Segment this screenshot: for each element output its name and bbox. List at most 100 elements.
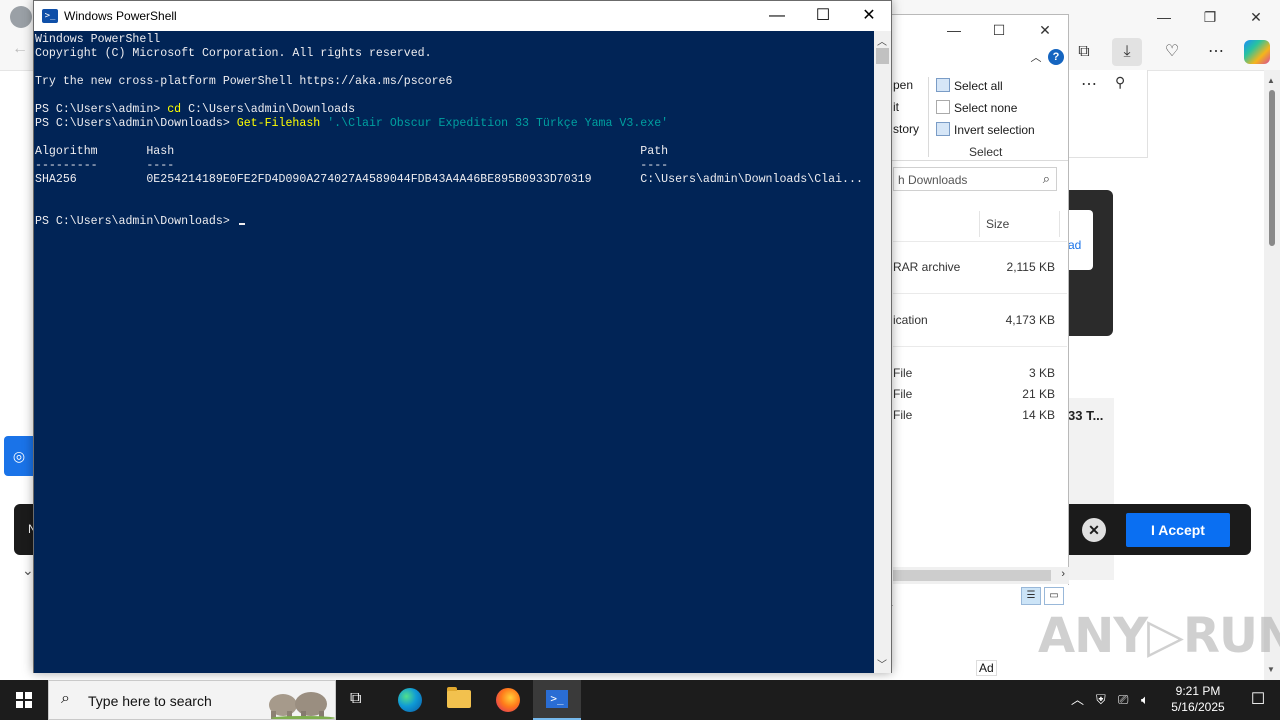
start-button[interactable] — [0, 680, 48, 720]
explorer-search-input[interactable]: h Downloads ⌕ — [893, 167, 1057, 191]
settings-more-icon[interactable]: ⋯ — [1201, 38, 1231, 66]
powershell-icon: >_ — [42, 9, 58, 23]
show-hidden-icons-icon[interactable]: ︿ — [1071, 680, 1084, 720]
file-size: 2,115 KB — [1006, 260, 1055, 274]
downloads-icon[interactable]: ⤓ — [1112, 38, 1142, 66]
search-highlight-elephants-icon — [269, 692, 335, 719]
select-none-icon — [936, 100, 950, 114]
browser-close-button[interactable]: ✕ — [1233, 6, 1279, 28]
minimize-button[interactable]: — — [754, 1, 800, 31]
file-type: File — [893, 408, 913, 422]
explorer-close-button[interactable]: ✕ — [1030, 19, 1060, 41]
browser-essentials-icon[interactable]: ♡ — [1157, 38, 1187, 66]
ribbon-open-item[interactable]: pen — [893, 78, 913, 92]
file-row[interactable]: RAR archive 2,115 KB — [893, 257, 1063, 277]
search-icon: ⌕ — [1042, 171, 1050, 186]
copilot-icon[interactable] — [1244, 40, 1270, 64]
select-none-label: Select none — [954, 101, 1018, 115]
window-title: Windows PowerShell — [64, 9, 177, 23]
scrollbar-thumb[interactable] — [893, 570, 1051, 581]
collapse-ribbon-icon[interactable]: ︿ — [1021, 47, 1051, 69]
large-icons-view-icon[interactable]: ▭ — [1044, 587, 1064, 605]
column-divider[interactable] — [979, 211, 980, 237]
taskbar-search-box[interactable]: ⌕ Type here to search — [48, 680, 336, 720]
ribbon-edit-item[interactable]: it — [893, 100, 899, 114]
cookie-banner: ✕ I Accept — [1068, 504, 1251, 555]
scrollbar-thumb[interactable] — [876, 48, 889, 64]
firefox-taskbar-button[interactable] — [484, 680, 532, 720]
volume-icon[interactable]: 🔈︎ — [1141, 680, 1149, 720]
back-arrow-icon[interactable]: ← — [12, 40, 28, 58]
help-icon[interactable]: ? — [1048, 49, 1064, 65]
prompt: PS C:\Users\admin\Downloads> — [35, 117, 237, 130]
file-size: 4,173 KB — [1005, 313, 1055, 327]
select-all-label: Select all — [954, 79, 1003, 93]
scroll-down-arrow-icon[interactable]: ﹀ — [877, 656, 887, 671]
select-none-button[interactable]: Select none — [936, 100, 1017, 115]
explorer-ribbon: pen it story Select all Select none Inve… — [881, 73, 1068, 161]
file-row[interactable]: File 14 KB — [893, 405, 1063, 425]
browser-restore-button[interactable]: ❐ — [1187, 6, 1233, 28]
console-output[interactable]: Windows PowerShell Copyright (C) Microso… — [34, 31, 875, 673]
column-divider[interactable] — [1059, 211, 1060, 237]
accept-button[interactable]: I Accept — [1126, 513, 1230, 547]
downloads-more-icon[interactable]: ⋯ — [1081, 74, 1097, 94]
command-argument: C:\Users\admin\Downloads — [181, 103, 356, 116]
windows-logo-icon — [16, 692, 32, 708]
console-scrollbar[interactable]: ︿ ﹀ — [874, 31, 891, 673]
ad-card-button[interactable]: ad — [1068, 210, 1093, 270]
system-clock[interactable]: 9:21 PM 5/16/2025 — [1160, 683, 1236, 715]
pin-icon[interactable]: ⚲ — [1115, 74, 1125, 91]
profile-avatar[interactable] — [10, 6, 32, 28]
clock-date: 5/16/2025 — [1171, 700, 1225, 714]
download-item-title: 33 T... — [1068, 408, 1104, 423]
file-explorer-window: — ☐ ✕ ︿ ? pen it story Select all Select… — [880, 14, 1069, 607]
scroll-down-arrow-icon[interactable]: ▼ — [1267, 665, 1275, 674]
scroll-right-arrow-icon[interactable]: › — [1061, 568, 1065, 580]
scrollbar-thumb[interactable] — [1269, 90, 1275, 246]
file-type: File — [893, 366, 913, 380]
scroll-up-arrow-icon[interactable]: ▲ — [1267, 76, 1275, 85]
collections-icon[interactable]: ⧉ — [1069, 38, 1099, 66]
scroll-up-arrow-icon[interactable]: ︿ — [877, 33, 887, 48]
console-command-line: PS C:\Users\admin> cd C:\Users\admin\Dow… — [35, 103, 875, 117]
powershell-titlebar[interactable]: >_ Windows PowerShell — ☐ ✕ — [34, 1, 891, 31]
header-divider — [893, 241, 1067, 242]
cookie-close-button[interactable]: ✕ — [1082, 518, 1106, 542]
file-row[interactable]: ication 4,173 KB — [893, 310, 1063, 330]
select-all-button[interactable]: Select all — [936, 78, 1003, 93]
browser-minimize-button[interactable]: — — [1141, 6, 1187, 28]
powershell-taskbar-button[interactable]: >_ — [533, 680, 581, 720]
file-explorer-taskbar-button[interactable] — [435, 680, 483, 720]
invert-selection-label: Invert selection — [954, 123, 1035, 137]
cookie-banner-left: N — [14, 504, 37, 555]
task-view-button[interactable]: ⧉ — [336, 680, 384, 720]
security-icon[interactable]: ⛨ — [1096, 680, 1106, 720]
file-row[interactable]: File 3 KB — [893, 363, 1063, 383]
file-row[interactable]: File 21 KB — [893, 384, 1063, 404]
column-size-header[interactable]: Size — [986, 217, 1009, 231]
maximize-button[interactable]: ☐ — [800, 1, 846, 31]
feedback-target-icon[interactable]: ◎ — [4, 436, 34, 476]
explorer-horizontal-scrollbar[interactable]: › — [893, 567, 1069, 584]
invert-selection-button[interactable]: Invert selection — [936, 122, 1035, 137]
taskbar: ⌕ Type here to search ⧉ >_ ︿ ⛨ ⎚ 🔈︎ 9:21… — [0, 680, 1280, 720]
details-view-icon[interactable]: ☰ — [1021, 587, 1041, 605]
edge-taskbar-button[interactable] — [386, 680, 434, 720]
invert-selection-icon — [936, 122, 950, 136]
explorer-maximize-button[interactable]: ☐ — [984, 19, 1014, 41]
ribbon-history-item[interactable]: story — [893, 122, 919, 136]
file-type: File — [893, 387, 913, 401]
close-button[interactable]: ✕ — [846, 1, 892, 31]
explorer-status-bar: ☰ ▭ — [893, 585, 1069, 607]
notification-center-icon[interactable]: ☐ — [1236, 680, 1280, 720]
hash-table-divider: --------- ---- ---- — [35, 159, 669, 172]
browser-scrollbar[interactable]: ▲ ▼ — [1264, 70, 1280, 680]
chevron-down-icon[interactable]: ⌄ — [22, 562, 34, 579]
network-icon[interactable]: ⎚ — [1118, 680, 1128, 720]
explorer-minimize-button[interactable]: — — [939, 19, 969, 41]
task-view-icon: ⧉ — [350, 690, 362, 707]
